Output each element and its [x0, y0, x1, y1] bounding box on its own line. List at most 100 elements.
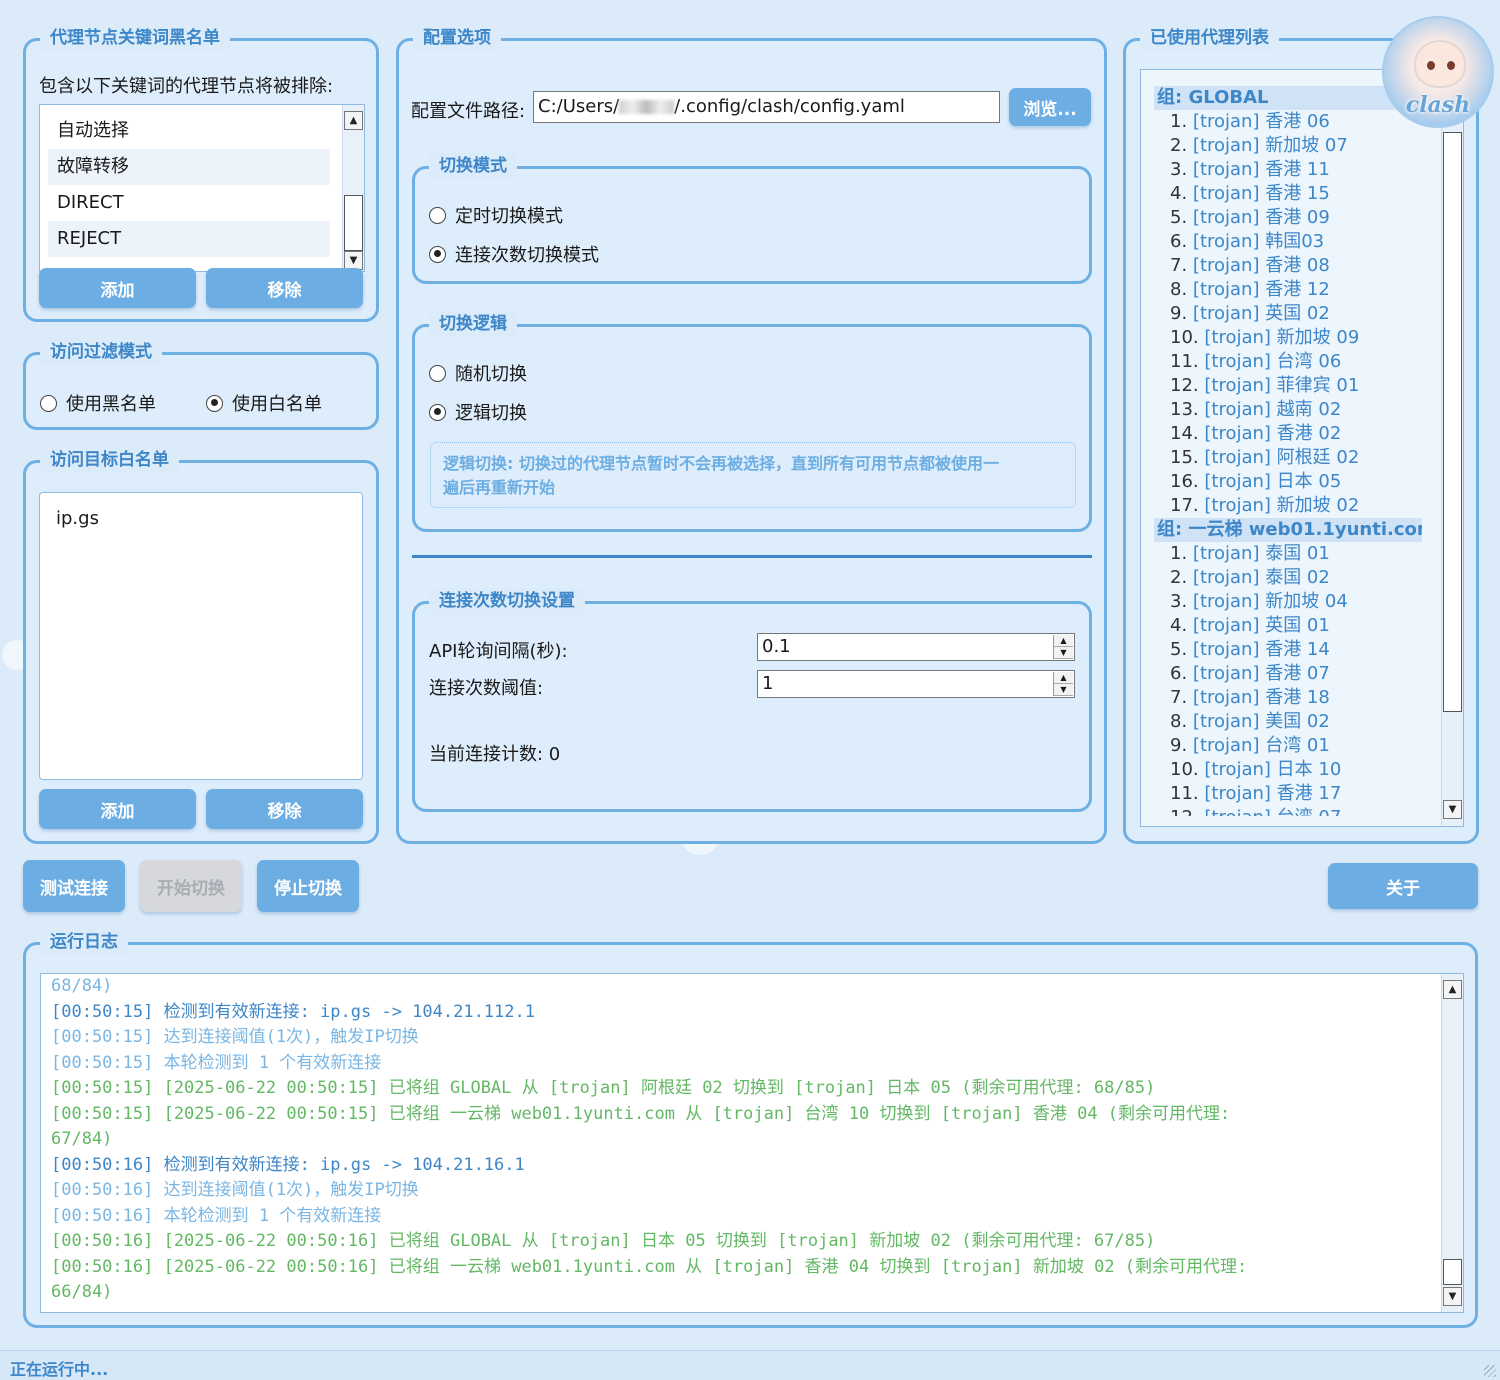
radio-icon[interactable] — [429, 364, 446, 382]
radio-icon[interactable] — [429, 206, 446, 224]
interval-spinbox[interactable]: 0.1 ▲ ▼ — [757, 633, 1075, 661]
radio-checked-icon[interactable] — [206, 394, 223, 412]
blacklist-scrollbar[interactable]: ▲ ▼ — [342, 105, 364, 271]
switch-logic-note: 逻辑切换: 切换过的代理节点暂时不会再被选择，直到所有可用节点都被使用一 遍后再… — [430, 442, 1076, 508]
blacklist-item[interactable]: 故障转移 — [48, 149, 330, 185]
proxy-item[interactable]: 8. [trojan] 香港 12 — [1154, 278, 1422, 302]
conn-settings-group: 连接次数切换设置 API轮询间隔(秒): 0.1 ▲ ▼ 连接次数阈值: 1 ▲… — [412, 588, 1092, 812]
switch-mode-group: 切换模式 定时切换模式 连接次数切换模式 — [412, 153, 1092, 284]
stop-switch-button[interactable]: 停止切换 — [257, 860, 359, 912]
spin-down-icon[interactable]: ▼ — [1054, 684, 1073, 696]
browse-button[interactable]: 浏览... — [1009, 88, 1091, 126]
switch-mode-label: 定时切换模式 — [455, 206, 563, 227]
test-connection-button[interactable]: 测试连接 — [23, 860, 125, 912]
proxy-item-name: [trojan] 美国 02 — [1192, 711, 1330, 732]
proxy-group-header[interactable]: 组: 一云梯 web01.1yunti.com — [1154, 518, 1422, 542]
switch-mode-count[interactable]: 连接次数切换模式 — [429, 241, 599, 267]
blacklist-item[interactable]: DIRECT — [48, 185, 330, 221]
config-title: 配置选项 — [413, 25, 501, 51]
proxy-item[interactable]: 15. [trojan] 阿根廷 02 — [1154, 446, 1422, 470]
proxy-item[interactable]: 1. [trojan] 香港 06 — [1154, 110, 1422, 134]
whitelist-add-button[interactable]: 添加 — [39, 789, 196, 829]
proxy-item[interactable]: 14. [trojan] 香港 02 — [1154, 422, 1422, 446]
proxy-item[interactable]: 3. [trojan] 香港 11 — [1154, 158, 1422, 182]
blacklist-item[interactable]: 自动选择 — [48, 113, 330, 149]
proxy-item[interactable]: 3. [trojan] 新加坡 04 — [1154, 590, 1422, 614]
blacklist-item[interactable]: REJECT — [48, 221, 330, 257]
proxy-item[interactable]: 8. [trojan] 美国 02 — [1154, 710, 1422, 734]
proxy-scrollbar[interactable]: ▼ — [1441, 70, 1463, 826]
scroll-thumb[interactable] — [344, 195, 363, 251]
log-scrollbar[interactable]: ▲ ▼ — [1441, 974, 1463, 1312]
scroll-up-icon[interactable]: ▲ — [344, 111, 363, 130]
proxy-item[interactable]: 16. [trojan] 日本 05 — [1154, 470, 1422, 494]
proxy-item[interactable]: 11. [trojan] 香港 17 — [1154, 782, 1422, 806]
scroll-thumb[interactable] — [1443, 1259, 1462, 1285]
switch-logic-logical[interactable]: 逻辑切换 — [429, 399, 527, 425]
radio-checked-icon[interactable] — [429, 403, 446, 421]
proxy-item[interactable]: 10. [trojan] 新加坡 09 — [1154, 326, 1422, 350]
proxy-item-name: [trojan] 韩国03 — [1192, 231, 1325, 252]
proxy-item[interactable]: 5. [trojan] 香港 14 — [1154, 638, 1422, 662]
avatar[interactable]: clash — [1382, 16, 1494, 128]
proxy-item-name: [trojan] 日本 05 — [1204, 471, 1342, 492]
proxy-item[interactable]: 17. [trojan] 新加坡 02 — [1154, 494, 1422, 518]
proxy-group-header[interactable]: 组: GLOBAL — [1154, 86, 1422, 110]
proxy-item[interactable]: 2. [trojan] 新加坡 07 — [1154, 134, 1422, 158]
config-path-input[interactable]: C:/Users/ /.config/clash/config.yaml — [533, 91, 1000, 123]
proxy-item-number: 9. — [1170, 735, 1188, 756]
radio-icon[interactable] — [40, 394, 57, 412]
proxy-item[interactable]: 2. [trojan] 泰国 02 — [1154, 566, 1422, 590]
proxy-item-number: 10. — [1170, 327, 1199, 348]
whitelist-remove-button[interactable]: 移除 — [206, 789, 363, 829]
switch-logic-random[interactable]: 随机切换 — [429, 360, 527, 386]
filter-option-blacklist[interactable]: 使用黑名单 — [40, 390, 156, 416]
scroll-down-icon[interactable]: ▼ — [1443, 1287, 1462, 1306]
whitelist-item[interactable]: ip.gs — [56, 506, 99, 532]
scroll-up-icon[interactable]: ▲ — [1443, 980, 1462, 999]
blacklist-add-button[interactable]: 添加 — [39, 268, 196, 308]
proxy-item[interactable]: 1. [trojan] 泰国 01 — [1154, 542, 1422, 566]
about-button[interactable]: 关于 — [1328, 863, 1478, 909]
log-line: [00:50:16] [2025-06-22 00:50:16] 已将组 GLO… — [51, 1231, 1156, 1251]
proxy-item[interactable]: 6. [trojan] 韩国03 — [1154, 230, 1422, 254]
proxy-item[interactable]: 11. [trojan] 台湾 06 — [1154, 350, 1422, 374]
resize-grip-icon[interactable] — [1484, 1365, 1496, 1377]
proxy-item-number: 1. — [1170, 543, 1188, 564]
proxy-item[interactable]: 13. [trojan] 越南 02 — [1154, 398, 1422, 422]
threshold-spinbox[interactable]: 1 ▲ ▼ — [757, 670, 1075, 698]
log-line: [00:50:15] [2025-06-22 00:50:15] 已将组 GLO… — [51, 1078, 1156, 1098]
spin-buttons[interactable]: ▲ ▼ — [1053, 672, 1073, 696]
proxy-item[interactable]: 6. [trojan] 香港 07 — [1154, 662, 1422, 686]
proxy-item[interactable]: 9. [trojan] 台湾 01 — [1154, 734, 1422, 758]
log-line: [00:50:15] 达到连接阈值(1次)，触发IP切换 — [51, 1027, 419, 1047]
spin-down-icon[interactable]: ▼ — [1054, 647, 1073, 659]
avatar-face — [1414, 40, 1466, 88]
proxy-item[interactable]: 4. [trojan] 香港 15 — [1154, 182, 1422, 206]
proxy-item[interactable]: 7. [trojan] 香港 18 — [1154, 686, 1422, 710]
proxy-item[interactable]: 12. [trojan] 台湾 07 — [1154, 806, 1422, 816]
filter-option-label: 使用白名单 — [232, 394, 322, 415]
proxy-item[interactable]: 12. [trojan] 菲律宾 01 — [1154, 374, 1422, 398]
spin-buttons[interactable]: ▲ ▼ — [1053, 635, 1073, 659]
whitelist-listbox[interactable]: ip.gs — [39, 492, 363, 780]
blacklist-listbox[interactable]: 自动选择 故障转移 DIRECT REJECT ▲ ▼ — [39, 104, 365, 272]
scroll-thumb[interactable] — [1443, 132, 1462, 712]
proxy-item-name: [trojan] 台湾 01 — [1192, 735, 1330, 756]
whitelist-items: ip.gs — [56, 506, 99, 532]
used-proxies-list[interactable]: 组: GLOBAL 1. [trojan] 香港 06 2. [trojan] 新加… — [1140, 69, 1464, 827]
switch-mode-timed[interactable]: 定时切换模式 — [429, 202, 563, 228]
proxy-item[interactable]: 9. [trojan] 英国 02 — [1154, 302, 1422, 326]
proxy-item[interactable]: 7. [trojan] 香港 08 — [1154, 254, 1422, 278]
proxy-item[interactable]: 4. [trojan] 英国 01 — [1154, 614, 1422, 638]
proxy-item[interactable]: 10. [trojan] 日本 10 — [1154, 758, 1422, 782]
radio-checked-icon[interactable] — [429, 245, 446, 263]
filter-option-whitelist[interactable]: 使用白名单 — [206, 390, 322, 416]
log-textarea[interactable]: 68/84) [00:50:15] 检测到有效新连接: ip.gs -> 104.… — [40, 973, 1464, 1313]
scroll-down-icon[interactable]: ▼ — [1443, 800, 1462, 819]
start-switch-button[interactable]: 开始切换 — [140, 860, 242, 912]
proxy-item[interactable]: 5. [trojan] 香港 09 — [1154, 206, 1422, 230]
blacklist-remove-button[interactable]: 移除 — [206, 268, 363, 308]
proxy-item-number: 7. — [1170, 687, 1188, 708]
note-line: 逻辑切换: 切换过的代理节点暂时不会再被选择，直到所有可用节点都被使用一 — [443, 454, 999, 473]
